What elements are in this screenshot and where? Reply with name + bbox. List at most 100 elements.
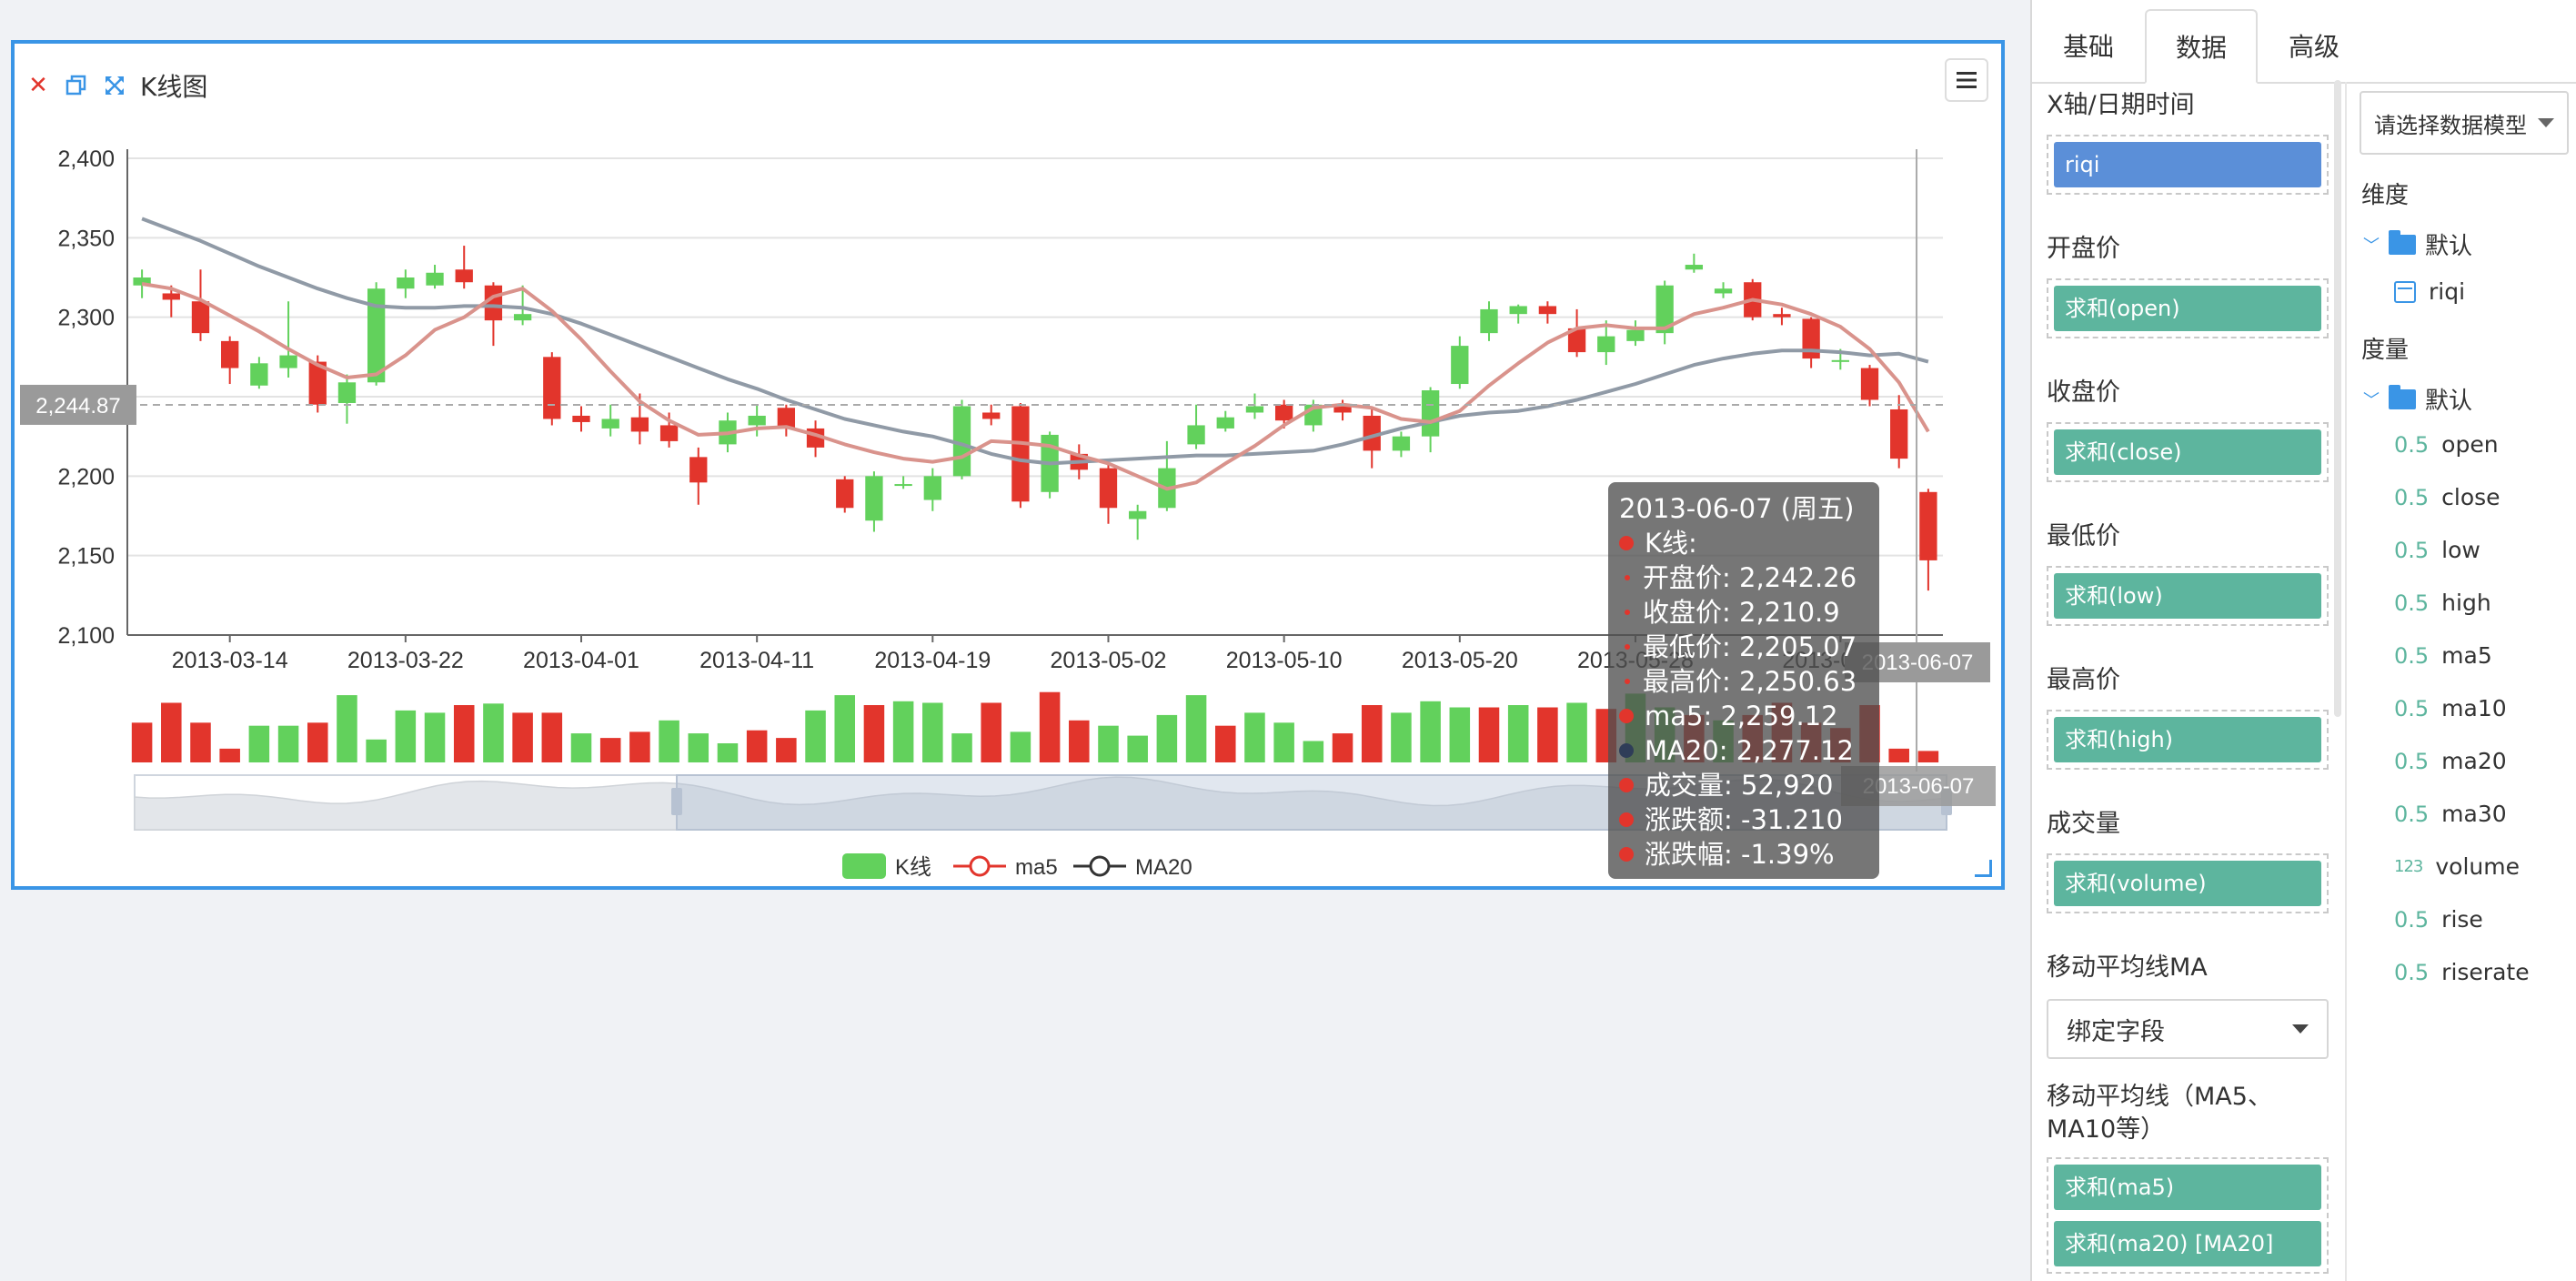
- data-model-select[interactable]: 请选择数据模型: [2360, 91, 2569, 155]
- legend-kline-label: K线: [895, 855, 931, 880]
- resize-handle[interactable]: [1975, 860, 1992, 877]
- candle-body: [923, 476, 941, 500]
- tab-basic[interactable]: 基础: [2032, 9, 2145, 82]
- drop-zone[interactable]: 求和(close): [2047, 422, 2329, 482]
- volume-bar: [1566, 702, 1587, 762]
- chart-tooltip: 2013-06-07 (周五) K线: 开盘价: 2,242.26 收盘价: 2…: [1608, 482, 1879, 879]
- tab-advanced[interactable]: 高级: [2258, 9, 2370, 82]
- drop-zone[interactable]: 求和(high): [2047, 710, 2329, 770]
- volume-bar: [659, 720, 679, 762]
- candle-body: [1890, 409, 1908, 459]
- legend-ma5-label: ma5: [1015, 855, 1058, 880]
- tooltip-rise-label: 涨跌额:: [1645, 804, 1733, 835]
- y-tick-label: 2,300: [57, 306, 115, 331]
- drop-zone[interactable]: 求和(ma5) 求和(ma20) [MA20]: [2047, 1157, 2329, 1274]
- zoom-value-label: 2013-06-07: [1863, 774, 1975, 799]
- volume-bar: [1332, 733, 1353, 762]
- measure-item-open[interactable]: 0.5 open: [2394, 431, 2499, 458]
- volume-bar: [1303, 741, 1324, 762]
- dimension-item-riqi[interactable]: riqi: [2394, 278, 2465, 305]
- tooltip-date: 2013-06-07 (周五): [1619, 493, 1855, 524]
- candle-body: [221, 340, 239, 368]
- menu-icon: [1957, 72, 1977, 88]
- candle-body: [1626, 329, 1645, 341]
- dimension-folder[interactable]: ﹀ 默认: [2363, 227, 2472, 261]
- field-chip-close[interactable]: 求和(close): [2054, 429, 2321, 475]
- volume-bar: [746, 730, 768, 762]
- measure-item-high[interactable]: 0.5 high: [2394, 590, 2491, 616]
- chart-widget[interactable]: 2,1002,1502,2002,2502,3002,3502,4002013-…: [11, 40, 2005, 890]
- zoom-handle-left[interactable]: [671, 788, 682, 815]
- candle-body: [1831, 359, 1849, 362]
- legend-ma20-label: MA20: [1135, 855, 1192, 880]
- candle-body: [337, 382, 357, 403]
- tooltip-riserate-label: 涨跌幅:: [1645, 839, 1733, 870]
- field-volume: 成交量 求和(volume): [2047, 806, 2329, 913]
- expand-icon[interactable]: [102, 73, 127, 98]
- y-tick-label: 2,400: [57, 146, 115, 172]
- candle-body: [455, 269, 473, 283]
- drop-zone[interactable]: 求和(open): [2047, 278, 2329, 338]
- measure-item-ma5[interactable]: 0.5 ma5: [2394, 642, 2492, 669]
- volume-bar: [892, 701, 914, 762]
- y-tick-label: 2,100: [57, 623, 115, 649]
- legend-ma20-marker: [1089, 855, 1111, 877]
- field-chip-open[interactable]: 求和(open): [2054, 286, 2321, 331]
- copy-icon[interactable]: [64, 73, 89, 98]
- field-chip-low[interactable]: 求和(low): [2054, 573, 2321, 619]
- measure-item-low[interactable]: 0.5 low: [2394, 537, 2480, 563]
- ma-mode-select[interactable]: 绑定字段: [2047, 999, 2329, 1059]
- volume-bar: [1069, 720, 1090, 762]
- candle-body: [836, 479, 854, 509]
- volume-bar: [161, 702, 182, 762]
- field-bindings: X轴/日期时间 riqi 开盘价 求和(open) 收盘价 求和(close) …: [2032, 82, 2345, 1281]
- tooltip-ma20-value: 2,277.12: [1736, 735, 1854, 766]
- candle-body: [982, 412, 1001, 419]
- measure-item-ma10[interactable]: 0.5 ma10: [2394, 695, 2507, 721]
- candle-body: [689, 457, 708, 483]
- candle-body: [1773, 314, 1791, 318]
- field-chip-ma5[interactable]: 求和(ma5): [2054, 1165, 2321, 1210]
- volume-dot-icon: [1619, 778, 1634, 792]
- tooltip-open-value: 2,242.26: [1739, 562, 1857, 593]
- field-chip-ma20[interactable]: 求和(ma20) [MA20]: [2054, 1221, 2321, 1266]
- data-model-placeholder: 请选择数据模型: [2374, 112, 2527, 138]
- measure-item-ma20[interactable]: 0.5 ma20: [2394, 748, 2507, 774]
- tooltip-volume-value: 52,920: [1741, 770, 1834, 801]
- decimal-type-icon: 0.5: [2394, 695, 2430, 721]
- volume-bar: [1391, 712, 1412, 762]
- rise-dot-icon: [1619, 812, 1634, 827]
- y-tick-label: 2,150: [57, 544, 115, 570]
- integer-type-icon: 123: [2394, 857, 2423, 876]
- drop-zone[interactable]: 求和(low): [2047, 566, 2329, 626]
- tooltip-close-label: 收盘价:: [1643, 597, 1731, 628]
- tooltip-ma20-label: MA20:: [1645, 735, 1728, 766]
- measure-item-riserate[interactable]: 0.5 riserate: [2394, 959, 2530, 985]
- measure-item-ma30[interactable]: 0.5 ma30: [2394, 801, 2507, 827]
- measure-item-close[interactable]: 0.5 close: [2394, 484, 2501, 510]
- field-chip-volume[interactable]: 求和(volume): [2054, 861, 2321, 906]
- volume-bar: [453, 705, 475, 762]
- volume-bar: [629, 731, 650, 762]
- decimal-type-icon: 0.5: [2394, 484, 2430, 510]
- field-chip-high[interactable]: 求和(high): [2054, 717, 2321, 762]
- field-label: 收盘价: [2047, 378, 2120, 407]
- close-icon[interactable]: ✕: [25, 73, 51, 98]
- measure-folder[interactable]: ﹀ 默认: [2363, 382, 2472, 416]
- volume-bar: [1156, 714, 1178, 762]
- measure-item-rise[interactable]: 0.5 rise: [2394, 906, 2483, 933]
- volume-bar: [1273, 722, 1294, 762]
- volume-bar: [951, 733, 972, 762]
- menu-button[interactable]: [1945, 58, 1988, 102]
- volume-bar: [1185, 695, 1207, 762]
- measure-item-volume[interactable]: 123 volume: [2394, 853, 2520, 880]
- y-tick-label: 2,200: [57, 464, 115, 489]
- drop-zone[interactable]: riqi: [2047, 135, 2329, 195]
- candle-body: [865, 476, 883, 521]
- tab-data[interactable]: 数据: [2145, 9, 2258, 84]
- field-chip-riqi[interactable]: riqi: [2054, 142, 2321, 187]
- drop-zone[interactable]: 求和(volume): [2047, 853, 2329, 913]
- candle-body: [162, 293, 180, 300]
- candle-body: [191, 301, 210, 334]
- x-tick-label: 2013-04-11: [699, 648, 814, 673]
